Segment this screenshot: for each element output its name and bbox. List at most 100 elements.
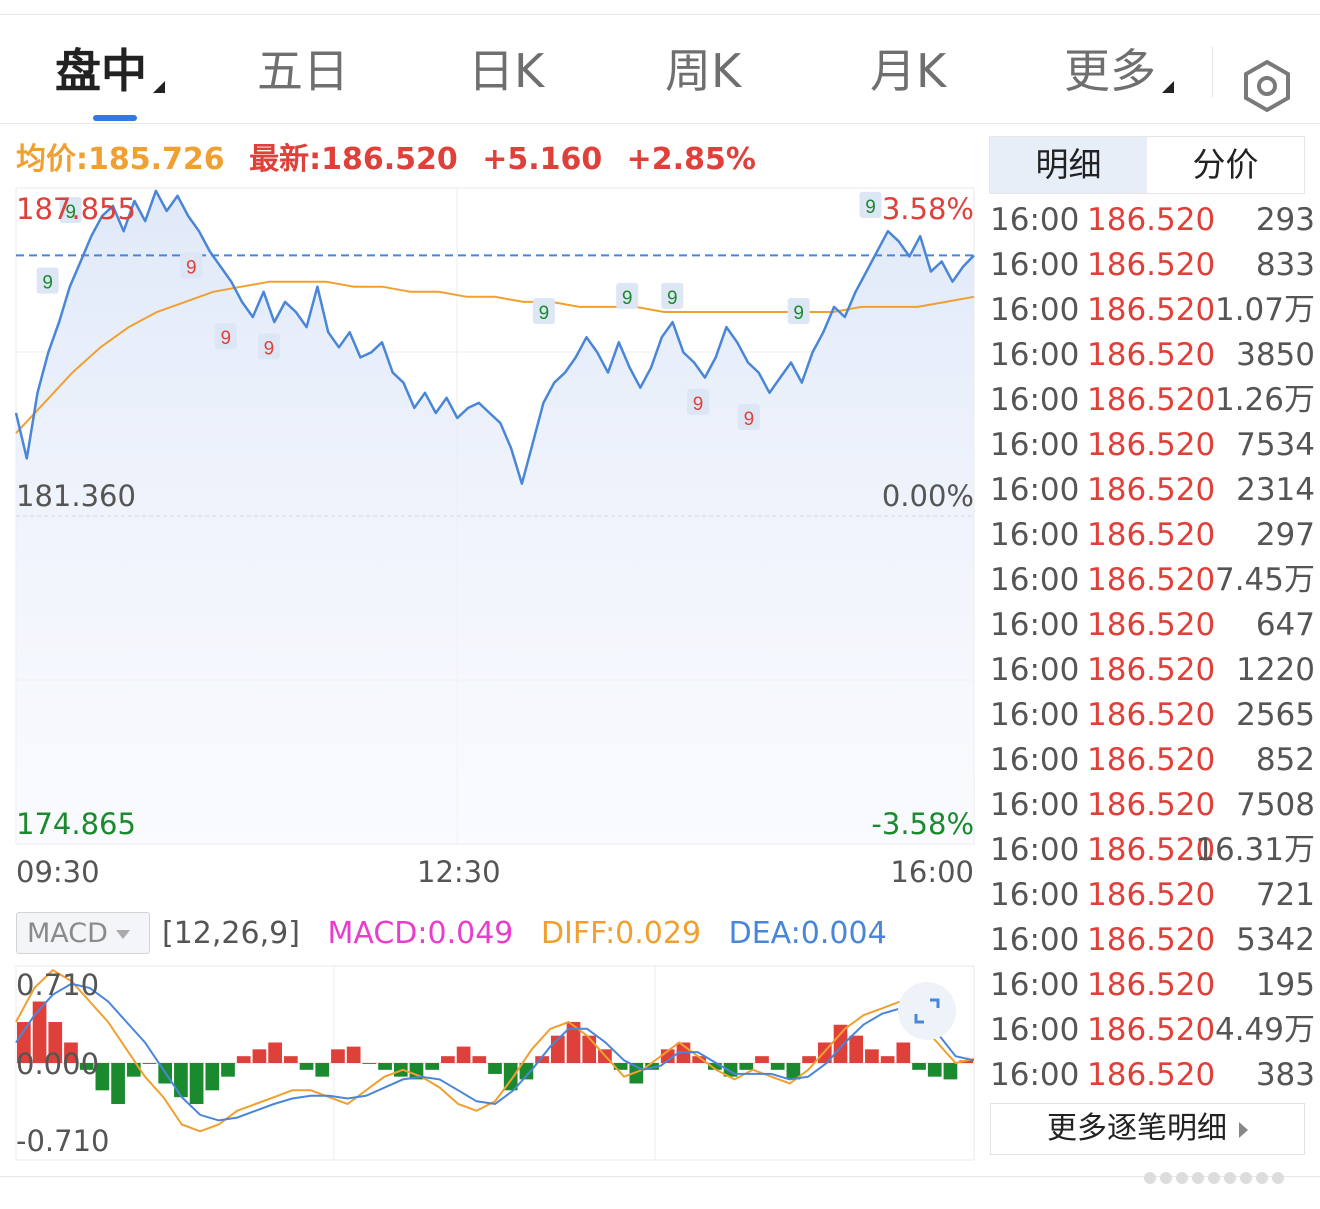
tick-price: 186.520 bbox=[1087, 787, 1216, 823]
tick-volume: 16.31万 bbox=[1195, 832, 1315, 868]
macd-hist-bar bbox=[488, 1063, 502, 1074]
td-marker-label: 9 bbox=[264, 338, 275, 359]
td-marker: 9 bbox=[214, 323, 237, 350]
tick-volume: 293 bbox=[1255, 202, 1315, 238]
tick-row: 16:00 186.520 1.07万 bbox=[990, 288, 1315, 333]
tick-price: 186.520 bbox=[1087, 382, 1216, 418]
macd-axis-zero: 0.000 bbox=[16, 1047, 100, 1081]
tick-row: 16:00 186.520 195 bbox=[990, 963, 1315, 1008]
tick-price: 186.520 bbox=[1087, 472, 1216, 508]
td-marker: 9 bbox=[661, 282, 684, 309]
price-area-fill bbox=[16, 190, 974, 845]
macd-chart[interactable] bbox=[0, 962, 980, 1162]
more-detail-button[interactable]: 更多逐笔明细 bbox=[990, 1103, 1305, 1155]
active-tab-indicator bbox=[93, 115, 137, 121]
tick-time: 16:00 bbox=[990, 427, 1080, 463]
tick-time: 16:00 bbox=[990, 697, 1080, 733]
tick-row: 16:00 186.520 721 bbox=[990, 873, 1315, 918]
macd-hist-bar bbox=[896, 1042, 911, 1063]
watermark-dots bbox=[1144, 1172, 1284, 1184]
hexagon-gear-icon[interactable] bbox=[1240, 59, 1294, 113]
td-marker-label: 9 bbox=[42, 273, 53, 294]
expand-button[interactable] bbox=[898, 982, 956, 1040]
tick-row: 16:00 186.520 833 bbox=[990, 243, 1315, 288]
tick-row: 16:00 186.520 7.45万 bbox=[990, 558, 1315, 603]
tick-volume: 297 bbox=[1255, 517, 1315, 553]
td-marker: 9 bbox=[257, 333, 280, 360]
tick-time: 16:00 bbox=[990, 922, 1080, 958]
macd-value: MACD:0.049 bbox=[327, 916, 514, 951]
macd-hist-bar bbox=[299, 1063, 314, 1070]
tick-price: 186.520 bbox=[1087, 427, 1216, 463]
price-info-bar: 均价:185.726 最新:186.520 +5.160 +2.85% bbox=[16, 134, 770, 177]
time-label-close: 16:00 bbox=[890, 855, 974, 889]
td-marker: 9 bbox=[687, 388, 710, 415]
tick-price: 186.520 bbox=[1087, 517, 1216, 553]
tick-volume: 1.26万 bbox=[1214, 382, 1315, 418]
tick-price: 186.520 bbox=[1087, 562, 1216, 598]
indicator-selector[interactable]: MACD bbox=[16, 912, 150, 954]
tick-row: 16:00 186.520 647 bbox=[990, 603, 1315, 648]
macd-hist-bar bbox=[378, 1063, 392, 1070]
intraday-price-chart[interactable]: 9999 999 99999 bbox=[0, 180, 980, 850]
tab-price-distribution[interactable]: 分价 bbox=[1147, 137, 1304, 193]
macd-hist-bar bbox=[833, 1024, 848, 1063]
macd-hist-bar bbox=[425, 1063, 440, 1070]
detail-tabs: 明细 分价 bbox=[989, 136, 1305, 194]
tab-intraday[interactable]: 盘中 bbox=[55, 43, 165, 99]
tick-volume: 7508 bbox=[1236, 787, 1315, 823]
tick-time: 16:00 bbox=[990, 517, 1080, 553]
td-marker: 9 bbox=[859, 191, 882, 218]
tick-row: 16:00 186.520 5342 bbox=[990, 918, 1315, 963]
macd-hist-bar bbox=[174, 1063, 188, 1098]
tick-row: 16:00 186.520 3850 bbox=[990, 333, 1315, 378]
pct-min-label: -3.58% bbox=[871, 807, 974, 841]
tab-weekly-k[interactable]: 周K bbox=[665, 43, 741, 99]
macd-hist-bar bbox=[283, 1056, 298, 1063]
tab-monthly-k[interactable]: 月K bbox=[870, 43, 946, 99]
tick-price: 186.520 bbox=[1087, 742, 1216, 778]
caret-icon bbox=[1162, 81, 1174, 93]
latest-price: 最新:186.520 bbox=[249, 142, 458, 177]
td-marker: 9 bbox=[532, 297, 555, 324]
td-marker: 9 bbox=[616, 282, 639, 309]
tick-list: 16:00 186.520 293 16:00 186.520 833 16:00 186.5… bbox=[990, 198, 1315, 1098]
tick-time: 16:00 bbox=[990, 202, 1080, 238]
tick-time: 16:00 bbox=[990, 292, 1080, 328]
td-marker-label: 9 bbox=[667, 288, 678, 309]
tab-more[interactable]: 更多 bbox=[1064, 43, 1174, 99]
macd-hist-bar bbox=[252, 1049, 267, 1063]
tick-price: 186.520 bbox=[1087, 697, 1216, 733]
tick-time: 16:00 bbox=[990, 247, 1080, 283]
macd-hist-bar bbox=[111, 1063, 125, 1104]
expand-icon bbox=[914, 998, 940, 1024]
tick-volume: 3850 bbox=[1236, 337, 1315, 373]
period-tabs: 盘中 五日 日K 周K 月K 更多 bbox=[0, 15, 1320, 124]
tick-volume: 1.07万 bbox=[1214, 292, 1315, 328]
td-marker: 9 bbox=[787, 297, 810, 324]
tick-row: 16:00 186.520 1.26万 bbox=[990, 378, 1315, 423]
tick-time: 16:00 bbox=[990, 652, 1080, 688]
tick-time: 16:00 bbox=[990, 472, 1080, 508]
change-percent: +2.85% bbox=[626, 142, 756, 177]
macd-hist-bar bbox=[472, 1056, 487, 1063]
tick-time: 16:00 bbox=[990, 742, 1080, 778]
tick-volume: 383 bbox=[1255, 1057, 1315, 1093]
tick-price: 186.520 bbox=[1087, 202, 1216, 238]
tab-five-day[interactable]: 五日 bbox=[257, 43, 349, 99]
tab-daily-k[interactable]: 日K bbox=[468, 43, 544, 99]
tick-volume: 195 bbox=[1255, 967, 1315, 1003]
change-value: +5.160 bbox=[482, 142, 603, 177]
td-marker-label: 9 bbox=[221, 328, 232, 349]
tick-row: 16:00 186.520 2565 bbox=[990, 693, 1315, 738]
macd-hist-bar bbox=[739, 1063, 754, 1070]
tab-detail[interactable]: 明细 bbox=[990, 137, 1147, 193]
macd-hist-bar bbox=[912, 1063, 926, 1070]
macd-axis-bottom: -0.710 bbox=[16, 1124, 110, 1158]
macd-hist-bar bbox=[268, 1042, 282, 1063]
tick-row: 16:00 186.520 293 bbox=[990, 198, 1315, 243]
macd-info-bar: [12,26,9] MACD:0.049 DIFF:0.029 DEA:0.00… bbox=[162, 914, 905, 954]
time-label-mid: 12:30 bbox=[417, 855, 501, 889]
avg-price: 均价:185.726 bbox=[16, 142, 225, 177]
tick-price: 186.520 bbox=[1087, 967, 1216, 1003]
